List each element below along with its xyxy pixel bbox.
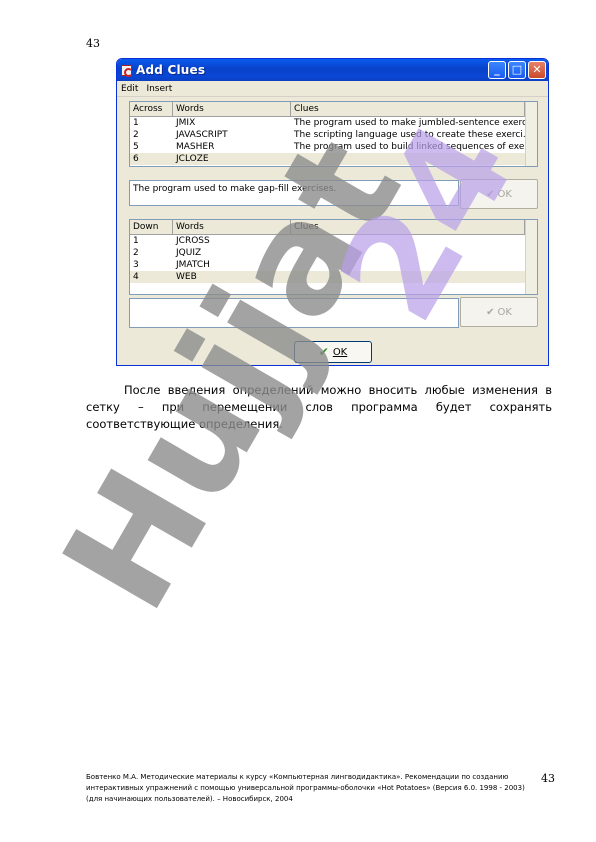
- check-icon: ✔: [486, 188, 495, 200]
- clue-text: The scripting language used to create th…: [294, 130, 525, 140]
- column-header-words[interactable]: Words: [173, 102, 291, 116]
- clue-text: [291, 235, 525, 247]
- dialog-title: Add Clues: [136, 63, 206, 77]
- hot-potatoes-icon: [121, 64, 133, 77]
- clue-word: JMIX: [176, 118, 196, 128]
- check-icon: ✔: [318, 345, 329, 359]
- table-row[interactable]: 2 JQUIZ: [130, 247, 537, 259]
- minimize-icon[interactable]: _: [488, 61, 506, 79]
- across-grid[interactable]: Across Words Clues 1 JMIX The program us…: [129, 101, 538, 167]
- down-grid-header: Down Words Clues: [130, 220, 537, 235]
- column-header-down[interactable]: Down: [130, 220, 173, 234]
- table-row[interactable]: 2 JAVASCRIPT The scripting language used…: [130, 129, 537, 141]
- clue-word: JCROSS: [176, 236, 210, 246]
- add-clues-dialog: Add Clues _ □ ✕ Edit Insert Across Words…: [116, 58, 549, 366]
- column-header-across[interactable]: Across: [130, 102, 173, 116]
- table-row[interactable]: 3 JMATCH: [130, 259, 537, 271]
- dialog-titlebar[interactable]: Add Clues _ □ ✕: [117, 59, 548, 81]
- menu-edit[interactable]: Edit: [121, 84, 138, 94]
- down-ok-button[interactable]: ✔ OK: [460, 297, 538, 327]
- column-header-words[interactable]: Words: [173, 220, 291, 234]
- clue-text: The program used to build linked sequenc…: [294, 142, 525, 152]
- table-row-selected[interactable]: 6 JCLOZE: [130, 153, 537, 165]
- clue-word: JAVASCRIPT: [176, 130, 228, 140]
- table-row-selected[interactable]: 4 WEB: [130, 271, 537, 283]
- table-row[interactable]: 1 JCROSS: [130, 235, 537, 247]
- down-ok-label: OK: [497, 306, 512, 318]
- clue-number: 2: [133, 130, 139, 140]
- across-ok-label: OK: [497, 188, 512, 200]
- clue-text: [291, 259, 525, 271]
- clue-word: JQUIZ: [176, 248, 202, 258]
- footer-citation: Бовтенко М.А. Методические материалы к к…: [86, 773, 525, 803]
- clue-text: The program used to make jumbled-sentenc…: [294, 118, 525, 128]
- check-icon: ✔: [486, 306, 495, 318]
- down-clue-input[interactable]: [129, 298, 459, 328]
- main-ok-label: OK: [332, 346, 348, 358]
- clue-word: MASHER: [176, 142, 215, 152]
- close-icon[interactable]: ✕: [528, 61, 546, 79]
- clue-text: [291, 153, 525, 165]
- body-paragraph: После введения определений можно вносить…: [86, 383, 552, 431]
- across-clue-input[interactable]: The program used to make gap-fill exerci…: [129, 180, 459, 206]
- clue-text: [291, 271, 525, 283]
- clue-word: JMATCH: [176, 260, 210, 270]
- column-header-clues[interactable]: Clues: [291, 102, 525, 116]
- menu-insert[interactable]: Insert: [146, 84, 172, 94]
- maximize-icon[interactable]: □: [508, 61, 526, 79]
- page-number-top: 43: [86, 37, 100, 50]
- main-ok-button[interactable]: ✔ OK: [294, 341, 372, 363]
- clue-word: JCLOZE: [176, 154, 209, 164]
- across-scrollbar[interactable]: [525, 102, 537, 166]
- clue-number: 1: [133, 236, 139, 246]
- page-number-bottom: 43: [541, 772, 555, 785]
- clue-number: 3: [133, 260, 139, 270]
- down-scrollbar[interactable]: [525, 220, 537, 294]
- clue-word: WEB: [176, 272, 197, 282]
- clue-number: 6: [133, 154, 139, 164]
- clue-number: 4: [133, 272, 139, 282]
- table-row[interactable]: 1 JMIX The program used to make jumbled-…: [130, 117, 537, 129]
- clue-number: 1: [133, 118, 139, 128]
- menubar: Edit Insert: [117, 81, 548, 97]
- across-grid-header: Across Words Clues: [130, 102, 537, 117]
- clue-number: 2: [133, 248, 139, 258]
- down-grid[interactable]: Down Words Clues 1 JCROSS 2 JQUIZ 3 JMAT…: [129, 219, 538, 295]
- clue-number: 5: [133, 142, 139, 152]
- column-header-clues[interactable]: Clues: [291, 220, 525, 234]
- across-ok-button[interactable]: ✔ OK: [460, 179, 538, 209]
- clue-text: [291, 247, 525, 259]
- table-row[interactable]: 5 MASHER The program used to build linke…: [130, 141, 537, 153]
